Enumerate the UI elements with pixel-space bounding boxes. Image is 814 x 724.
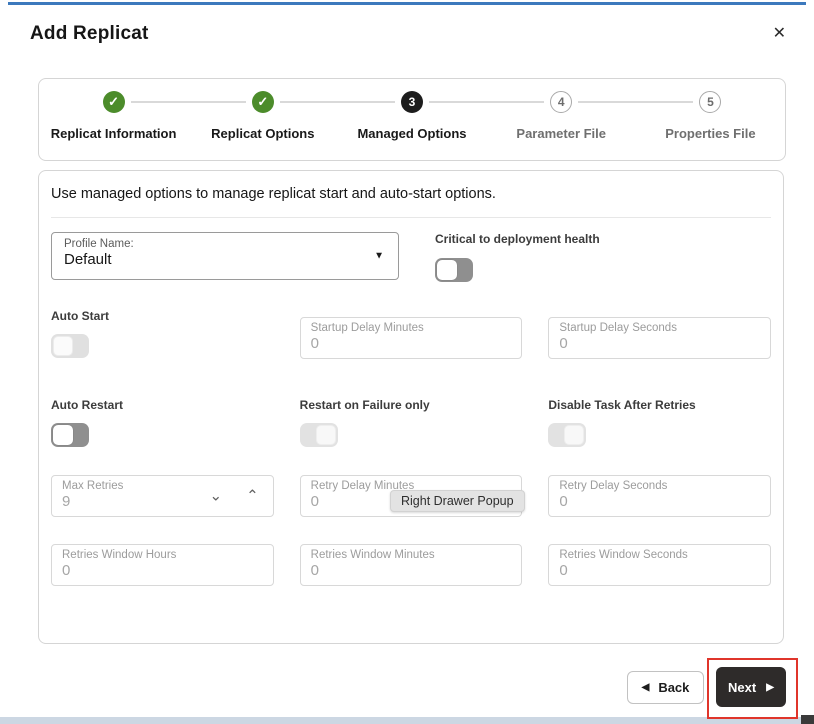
right-drawer-popup-tooltip: Right Drawer Popup — [390, 490, 525, 512]
step-replicat-information[interactable]: ✓ Replicat Information — [39, 79, 188, 141]
dialog-title: Add Replicat — [30, 23, 149, 44]
switch-knob — [53, 425, 73, 445]
auto-restart-toggle[interactable] — [51, 423, 89, 447]
profile-name-select[interactable]: Profile Name: Default ▼ — [51, 232, 399, 280]
step-managed-options[interactable]: 3 Managed Options — [279, 79, 486, 141]
step-replicat-options[interactable]: ✓ Replicat Options — [130, 79, 337, 141]
chevron-down-icon[interactable]: ⌄ — [210, 489, 223, 504]
profile-name-label: Profile Name: — [64, 238, 134, 250]
field-label: Startup Delay Seconds — [559, 322, 677, 334]
step-parameter-file[interactable]: 4 Parameter File — [428, 79, 636, 141]
switch-knob — [53, 336, 73, 356]
field-label: Retries Window Seconds — [559, 549, 688, 561]
bottom-chrome-strip — [0, 717, 814, 724]
retries-window-hours-field[interactable]: Retries Window Hours 0 — [51, 544, 274, 586]
dialog-header: Add Replicat ✕ — [30, 22, 790, 46]
back-arrow-icon: ◀ — [641, 682, 650, 693]
critical-to-deployment-health-label: Critical to deployment health — [435, 232, 600, 246]
next-button-label: Next — [728, 679, 757, 695]
next-arrow-icon: ▶ — [766, 681, 774, 693]
dropdown-arrow-icon: ▼ — [374, 250, 384, 262]
field-label: Retries Window Hours — [62, 549, 177, 561]
restart-on-failure-only-label: Restart on Failure only — [299, 398, 430, 412]
retry-delay-seconds-field[interactable]: Retry Delay Seconds 0 — [548, 475, 771, 517]
field-value: 0 — [559, 335, 568, 352]
close-icon[interactable]: ✕ — [769, 22, 790, 46]
step-number-badge: 4 — [550, 91, 573, 113]
field-value: 0 — [559, 562, 568, 579]
auto-start-toggle[interactable] — [51, 334, 89, 358]
check-icon: ✓ — [251, 91, 274, 113]
restart-on-failure-only-toggle[interactable] — [299, 423, 338, 447]
step-label: Parameter File — [516, 126, 607, 141]
auto-start-label: Auto Start — [51, 309, 109, 323]
field-value: 0 — [310, 335, 319, 352]
disable-task-after-retries-toggle[interactable] — [548, 423, 587, 447]
field-label: Retry Delay Seconds — [559, 480, 668, 492]
back-button-label: Back — [658, 680, 690, 695]
profile-name-value: Default — [64, 251, 112, 268]
form-description: Use managed options to manage replicat s… — [51, 186, 496, 202]
retries-window-seconds-field[interactable]: Retries Window Seconds 0 — [548, 544, 771, 586]
switch-knob — [437, 260, 457, 280]
step-label: Managed Options — [357, 126, 467, 141]
switch-knob — [315, 425, 336, 445]
divider — [51, 217, 771, 218]
step-label: Properties File — [665, 126, 756, 141]
step-label: Replicat Information — [50, 126, 177, 141]
max-retries-stepper[interactable]: Max Retries 9 ⌄ ⌃ — [51, 475, 274, 517]
step-label: Replicat Options — [211, 126, 315, 141]
step-properties-file[interactable]: 5 Properties File — [578, 79, 785, 141]
switch-knob — [564, 425, 585, 445]
bottom-corner-element — [801, 715, 814, 724]
chevron-up-icon[interactable]: ⌃ — [246, 489, 259, 504]
step-number-badge: 3 — [401, 91, 423, 113]
managed-options-form: Use managed options to manage replicat s… — [38, 170, 784, 644]
field-label: Startup Delay Minutes — [310, 322, 424, 334]
wizard-stepper: ✓ Replicat Information ✓ Replicat Option… — [38, 78, 786, 161]
field-label: Retries Window Minutes — [310, 549, 435, 561]
startup-delay-seconds-field[interactable]: Startup Delay Seconds 0 — [548, 317, 771, 359]
next-button[interactable]: Next ▶ — [716, 667, 786, 707]
retries-window-minutes-field[interactable]: Retries Window Minutes 0 — [299, 544, 523, 586]
disable-task-after-retries-label: Disable Task After Retries — [548, 398, 696, 412]
step-number-badge: 5 — [699, 91, 722, 113]
check-icon: ✓ — [102, 91, 125, 113]
field-value: 0 — [62, 562, 71, 579]
critical-to-deployment-health-toggle[interactable] — [435, 258, 473, 282]
auto-restart-label: Auto Restart — [51, 398, 124, 412]
startup-delay-minutes-field[interactable]: Startup Delay Minutes 0 — [299, 317, 523, 359]
field-value: 0 — [559, 493, 568, 510]
window-top-accent-bar — [8, 2, 806, 5]
back-button[interactable]: ◀ Back — [627, 671, 704, 704]
field-value: 0 — [310, 562, 319, 579]
